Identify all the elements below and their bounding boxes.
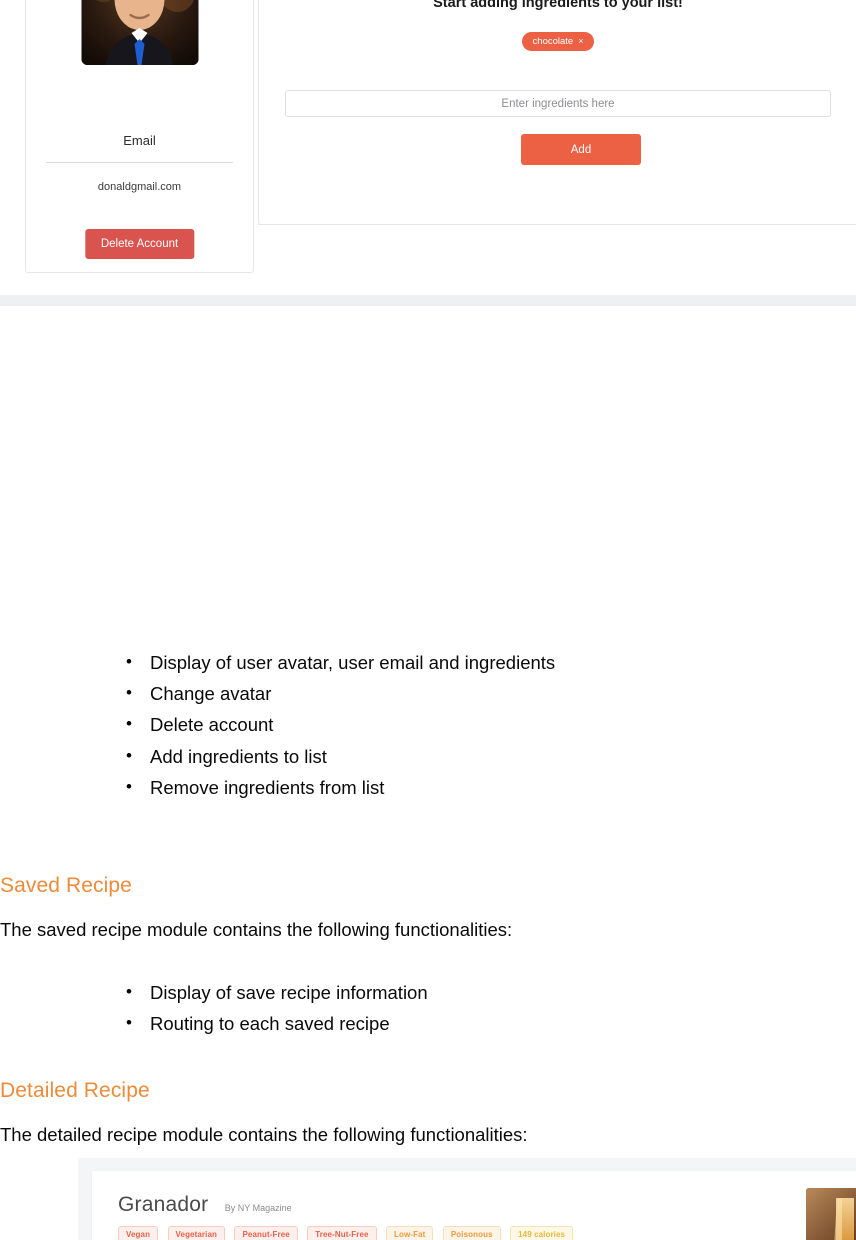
profile-card: Email donaldgmail.com Delete Account bbox=[25, 0, 254, 273]
recipe-title: Granador bbox=[118, 1193, 209, 1216]
add-ingredient-button[interactable]: Add bbox=[521, 134, 641, 165]
detailed-recipe-heading: Detailed Recipe bbox=[0, 1079, 150, 1102]
list-item: Change avatar bbox=[112, 677, 555, 709]
recipe-tag: Low-Fat bbox=[386, 1226, 434, 1240]
recipe-photo-image bbox=[806, 1188, 856, 1240]
list-item: Add ingredients to list bbox=[112, 740, 555, 772]
email-label: Email bbox=[123, 133, 156, 148]
recipe-tag: Vegan bbox=[118, 1226, 159, 1240]
saved-recipe-feature-list: Display of save recipe information Routi… bbox=[112, 976, 428, 1039]
list-item: Display of save recipe information bbox=[112, 976, 428, 1008]
ingredients-panel: Start adding ingredients to your list! c… bbox=[258, 0, 856, 225]
ingredient-chip-label: chocolate bbox=[532, 36, 574, 47]
recipe-tag-list: Vegan Vegetarian Peanut-Free Tree-Nut-Fr… bbox=[118, 1224, 578, 1240]
recipe-tag: Peanut-Free bbox=[234, 1226, 298, 1240]
delete-account-button[interactable]: Delete Account bbox=[84, 229, 195, 259]
saved-recipe-heading: Saved Recipe bbox=[0, 874, 132, 897]
recipe-header: Granador By NY Magazine bbox=[118, 1193, 292, 1217]
email-value: donaldgmail.com bbox=[97, 181, 182, 193]
list-item: Delete account bbox=[112, 708, 555, 740]
detailed-recipe-paragraph: The detailed recipe module contains the … bbox=[0, 1124, 528, 1145]
recipe-tag: Tree-Nut-Free bbox=[307, 1226, 377, 1240]
recipe-detail-screenshot: Granador By NY Magazine Vegan Vegetarian… bbox=[78, 1158, 856, 1240]
recipe-card: Granador By NY Magazine Vegan Vegetarian… bbox=[92, 1171, 856, 1240]
list-item: Remove ingredients from list bbox=[112, 771, 555, 803]
divider bbox=[46, 162, 233, 163]
ingredient-chip[interactable]: chocolate × bbox=[521, 32, 595, 51]
profile-page-content: Email donaldgmail.com Delete Account Sta… bbox=[0, 0, 856, 306]
ingredient-chip-list: chocolate × bbox=[259, 31, 856, 51]
remove-ingredient-icon[interactable]: × bbox=[578, 36, 583, 46]
recipe-author: By NY Magazine bbox=[224, 1203, 292, 1213]
recipe-calories-tag: 149 calories bbox=[510, 1226, 574, 1240]
page-footer-band bbox=[0, 295, 856, 306]
profile-feature-list: Display of user avatar, user email and i… bbox=[112, 646, 555, 803]
list-item: Routing to each saved recipe bbox=[112, 1007, 428, 1039]
profile-page-screenshot: Email donaldgmail.com Delete Account Sta… bbox=[0, 0, 856, 306]
recipe-photo bbox=[806, 1188, 856, 1240]
ingredient-input[interactable] bbox=[285, 90, 831, 117]
saved-recipe-paragraph: The saved recipe module contains the fol… bbox=[0, 919, 513, 940]
list-item: Display of user avatar, user email and i… bbox=[112, 646, 555, 678]
recipe-tag: Vegetarian bbox=[167, 1226, 225, 1240]
ingredients-panel-title: Start adding ingredients to your list! bbox=[433, 0, 683, 11]
panel-divider bbox=[258, 224, 856, 225]
avatar-image bbox=[81, 0, 198, 65]
avatar[interactable] bbox=[81, 0, 198, 65]
recipe-tag: Poisonous bbox=[442, 1226, 501, 1240]
